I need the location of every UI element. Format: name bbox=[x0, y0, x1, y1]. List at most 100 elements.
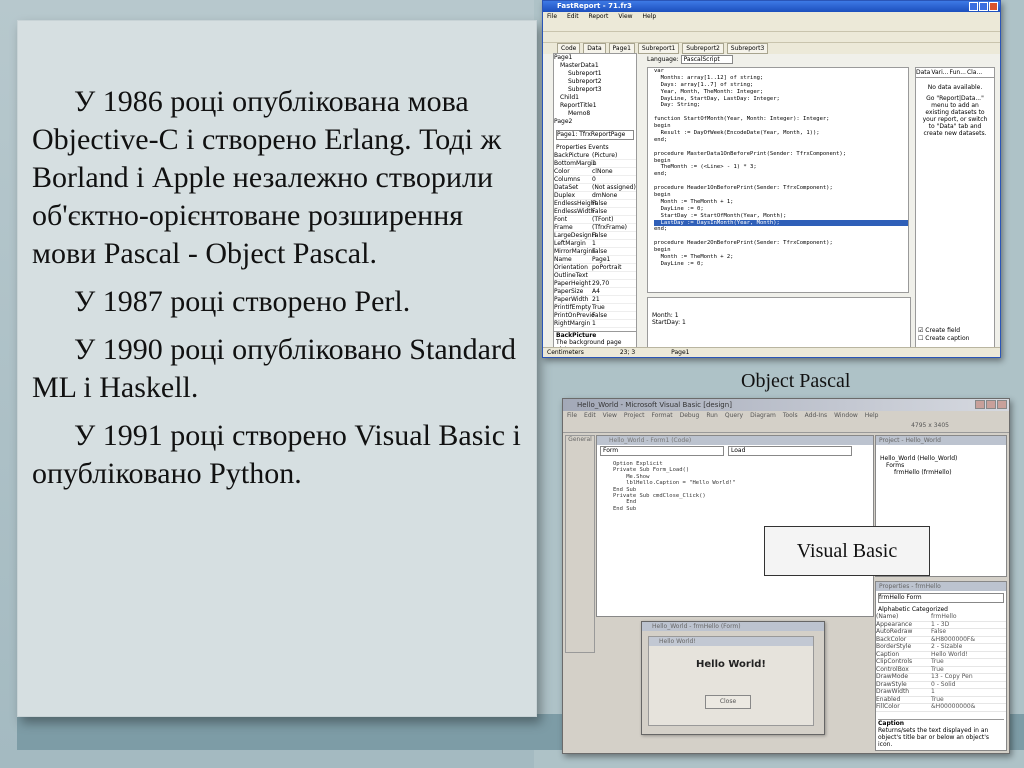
property-value[interactable]: False bbox=[592, 248, 607, 255]
code-line[interactable]: StartDay := StartOfMonth(Year, Month); bbox=[654, 213, 908, 220]
maximize-icon[interactable] bbox=[979, 2, 988, 11]
minimize-icon[interactable] bbox=[969, 2, 978, 11]
property-row[interactable]: EndlessWidth False bbox=[554, 208, 636, 216]
property-row[interactable]: Font (TFont) bbox=[554, 216, 636, 224]
property-value[interactable]: 29,70 bbox=[592, 280, 609, 287]
tree-item[interactable]: Page2 bbox=[554, 118, 636, 126]
vb-menu-item[interactable]: File bbox=[567, 412, 577, 419]
close-icon[interactable] bbox=[989, 2, 998, 11]
code-line[interactable]: procedure MasterData1OnBeforePrint(Sende… bbox=[654, 151, 908, 158]
menu-report[interactable]: Report bbox=[589, 13, 609, 20]
property-value[interactable]: False bbox=[931, 628, 946, 636]
code-line[interactable]: function StartOfMonth(Year, Month: Integ… bbox=[654, 116, 908, 123]
code-line[interactable]: DayLine := 0; bbox=[654, 261, 908, 268]
property-value[interactable]: 13 - Copy Pen bbox=[931, 673, 973, 681]
property-value[interactable]: True bbox=[931, 658, 944, 666]
property-row[interactable]: OutlineText bbox=[554, 272, 636, 280]
code-line[interactable] bbox=[654, 233, 908, 240]
tab-subreport1[interactable]: Subreport1 bbox=[637, 43, 680, 54]
property-value[interactable]: 0 bbox=[592, 176, 596, 183]
tab-functions[interactable]: Fun... bbox=[950, 68, 966, 77]
code-editor[interactable]: var Months: array[1..12] of string; Days… bbox=[647, 67, 909, 293]
menu-file[interactable]: File bbox=[547, 13, 557, 20]
tree-item[interactable]: MasterData1 bbox=[554, 62, 636, 70]
property-row[interactable]: Name Page1 bbox=[554, 256, 636, 264]
properties-object-combo[interactable]: frmHello Form bbox=[878, 593, 1004, 603]
code-line[interactable]: DayLine := 0; bbox=[654, 206, 908, 213]
vb-menu-item[interactable]: View bbox=[603, 412, 617, 419]
tab-data-tree[interactable]: Data bbox=[916, 68, 930, 77]
property-row[interactable]: PaperSize A4 bbox=[554, 288, 636, 296]
project-tree-item[interactable]: frmHello (frmHello) bbox=[876, 469, 1006, 476]
menu-view[interactable]: View bbox=[618, 13, 632, 20]
tab-variables[interactable]: Vari... bbox=[931, 68, 948, 77]
maximize-icon[interactable] bbox=[986, 400, 996, 409]
property-row[interactable]: PrintOnPrevio False bbox=[554, 312, 636, 320]
property-value[interactable]: False bbox=[592, 208, 607, 215]
vb-menu-item[interactable]: Tools bbox=[783, 412, 798, 419]
tree-item[interactable]: Subreport1 bbox=[554, 70, 636, 78]
property-value[interactable]: (Not assigned) bbox=[592, 184, 636, 191]
close-icon[interactable] bbox=[997, 400, 1007, 409]
property-value[interactable]: False bbox=[592, 200, 607, 207]
property-row[interactable]: Color clNone bbox=[554, 168, 636, 176]
property-value[interactable]: Page1 bbox=[592, 256, 610, 263]
property-row[interactable]: LargeDesignH False bbox=[554, 232, 636, 240]
property-row[interactable]: PrintIfEmpty True bbox=[554, 304, 636, 312]
property-row[interactable]: Frame (TfrxFrame) bbox=[554, 224, 636, 232]
code-line[interactable]: begin bbox=[654, 192, 908, 199]
property-row[interactable]: DataSet (Not assigned) bbox=[554, 184, 636, 192]
property-row[interactable]: Columns 0 bbox=[554, 176, 636, 184]
property-value[interactable]: 1 bbox=[592, 240, 596, 247]
property-value[interactable]: frmHello bbox=[931, 613, 957, 621]
vb-menu-item[interactable]: Run bbox=[706, 412, 718, 419]
code-line[interactable] bbox=[654, 109, 908, 116]
tree-item[interactable]: Child1 bbox=[554, 94, 636, 102]
code-line[interactable]: procedure Header2OnBeforePrint(Sender: T… bbox=[654, 240, 908, 247]
code-line[interactable] bbox=[654, 144, 908, 151]
tab-alphabetic[interactable]: Alphabetic bbox=[878, 606, 910, 613]
tree-item[interactable]: Subreport2 bbox=[554, 78, 636, 86]
vb-menu-item[interactable]: Window bbox=[834, 412, 858, 419]
code-line[interactable]: Months: array[1..12] of string; bbox=[654, 75, 908, 82]
property-row[interactable]: BackPicture (Picture) bbox=[554, 152, 636, 160]
property-value[interactable]: 1 bbox=[931, 688, 935, 696]
vb-menu-item[interactable]: Query bbox=[725, 412, 743, 419]
vb-menu-item[interactable]: Diagram bbox=[750, 412, 776, 419]
vb-menu-item[interactable]: Format bbox=[651, 412, 672, 419]
property-value[interactable]: dmNone bbox=[592, 192, 617, 199]
code-line[interactable]: Year, Month, TheMonth: Integer; bbox=[654, 89, 908, 96]
tab-categorized[interactable]: Categorized bbox=[912, 606, 948, 613]
property-value[interactable]: A4 bbox=[592, 288, 600, 295]
property-row[interactable]: PaperHeight 29,70 bbox=[554, 280, 636, 288]
create-caption-checkbox[interactable]: ☐ Create caption bbox=[918, 335, 969, 342]
property-row[interactable]: Duplex dmNone bbox=[554, 192, 636, 200]
property-row[interactable]: LeftMargin 1 bbox=[554, 240, 636, 248]
object-combo[interactable]: Form bbox=[600, 446, 724, 456]
property-value[interactable]: False bbox=[592, 232, 607, 239]
property-value[interactable]: poPortrait bbox=[592, 264, 622, 271]
vb-menu-item[interactable]: Debug bbox=[680, 412, 700, 419]
tab-subreport2[interactable]: Subreport2 bbox=[682, 43, 724, 54]
tab-subreport3[interactable]: Subreport3 bbox=[726, 43, 769, 54]
vb-property-row[interactable]: FillColor &H00000000& bbox=[876, 703, 1006, 712]
code-line[interactable]: begin bbox=[654, 158, 908, 165]
tree-item[interactable]: ReportTitle1 bbox=[554, 102, 636, 110]
property-row[interactable]: RightMargin 1 bbox=[554, 320, 636, 328]
project-tree-item[interactable]: Forms bbox=[876, 462, 1006, 469]
tab-classes[interactable]: Cla... bbox=[967, 68, 982, 77]
project-tree-item[interactable]: Hello_World (Hello_World) bbox=[876, 455, 1006, 462]
property-row[interactable]: BottomMargin 1 bbox=[554, 160, 636, 168]
tree-item[interactable]: Subreport3 bbox=[554, 86, 636, 94]
vb-menu-item[interactable]: Add-Ins bbox=[805, 412, 827, 419]
code-line[interactable] bbox=[654, 178, 908, 185]
code-line[interactable]: end; bbox=[654, 171, 908, 178]
vb-menu-item[interactable]: Project bbox=[624, 412, 645, 419]
code-line[interactable]: Month := TheMonth + 1; bbox=[654, 199, 908, 206]
code-line[interactable]: Result := DayOfWeek(EncodeDate(Year, Mon… bbox=[654, 130, 908, 137]
object-combo[interactable]: Page1: TfrxReportPage bbox=[556, 130, 634, 140]
property-value[interactable]: (TFont) bbox=[592, 216, 613, 223]
tab-properties[interactable]: Properties bbox=[556, 144, 586, 151]
minimize-icon[interactable] bbox=[975, 400, 985, 409]
property-value[interactable]: True bbox=[592, 304, 605, 311]
